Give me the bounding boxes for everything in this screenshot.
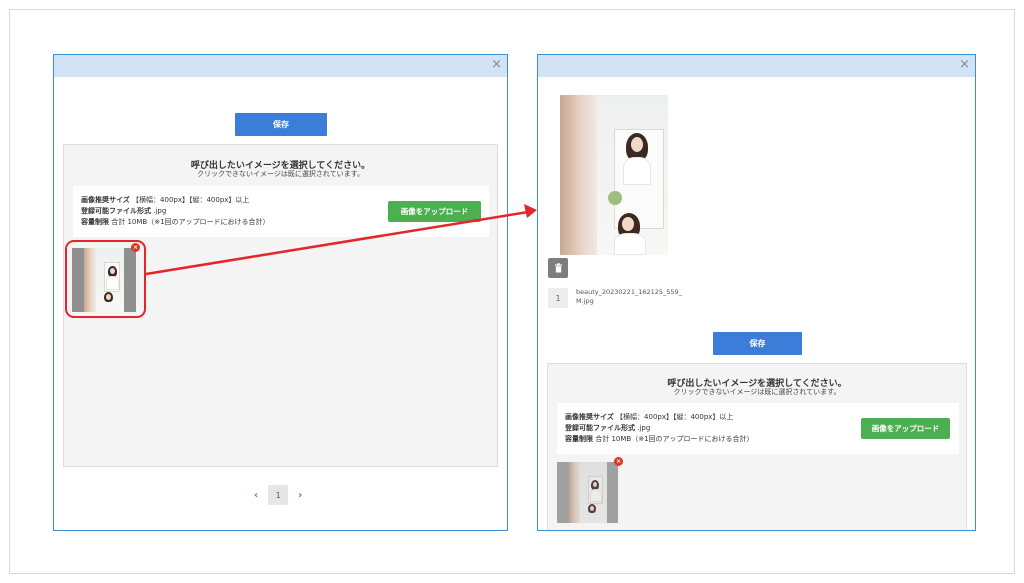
image-thumbnail[interactable] xyxy=(557,462,618,523)
save-button[interactable]: 保存 xyxy=(713,332,802,355)
close-icon[interactable]: × xyxy=(959,57,970,73)
file-name-line2: M.jpg xyxy=(576,297,594,305)
size-label: 画像推奨サイズ xyxy=(81,196,130,204)
limit-value: 合計 10MB（※1回のアップロードにおける合計） xyxy=(111,218,270,226)
limit-label: 容量制限 xyxy=(81,218,109,226)
format-value: .jpg xyxy=(153,207,167,215)
format-label: 登録可能ファイル形式 xyxy=(565,424,635,432)
size-info: 画像推奨サイズ 【横幅：400px】【縦：400px】以上 xyxy=(81,195,249,205)
thumbnail-photo xyxy=(569,462,607,523)
upload-image-button[interactable]: 画像をアップロード xyxy=(388,201,481,222)
page-1-button[interactable]: 1 xyxy=(268,485,289,505)
right-image-modal: × 1 beauty_20230221_162125_559_ M.jpg 保存… xyxy=(537,54,976,531)
delete-image-button[interactable] xyxy=(548,258,568,278)
size-label: 画像推奨サイズ xyxy=(565,413,614,421)
pagination: ‹ 1 › xyxy=(254,485,302,505)
format-info: 登録可能ファイル形式 .jpg xyxy=(81,206,166,216)
selected-image-preview xyxy=(560,95,668,255)
selected-thumbnail-highlight xyxy=(65,240,146,318)
image-select-panel: 呼び出したいイメージを選択してください。 クリックできないイメージは既に選択され… xyxy=(547,363,967,530)
limit-info: 容量制限 合計 10MB（※1回のアップロードにおける合計） xyxy=(81,217,270,227)
upload-info-box: 画像推奨サイズ 【横幅：400px】【縦：400px】以上 登録可能ファイル形式… xyxy=(73,186,489,237)
file-name-line1: beauty_20230221_162125_559_ xyxy=(576,288,682,296)
upload-image-button[interactable]: 画像をアップロード xyxy=(861,418,950,439)
trash-icon xyxy=(554,263,562,273)
prev-page-icon[interactable]: ‹ xyxy=(254,490,258,501)
limit-value: 合計 10MB（※1回のアップロードにおける合計） xyxy=(595,435,754,443)
format-info: 登録可能ファイル形式 .jpg xyxy=(565,423,650,433)
size-info: 画像推奨サイズ 【横幅：400px】【縦：400px】以上 xyxy=(565,412,733,422)
upload-info-box: 画像推奨サイズ 【横幅：400px】【縦：400px】以上 登録可能ファイル形式… xyxy=(557,403,959,454)
modal-header xyxy=(54,55,507,77)
limit-info: 容量制限 合計 10MB（※1回のアップロードにおける合計） xyxy=(565,434,754,444)
format-value: .jpg xyxy=(637,424,651,432)
limit-label: 容量制限 xyxy=(565,435,593,443)
panel-subtitle: クリックできないイメージは既に選択されています。 xyxy=(197,170,364,178)
save-button[interactable]: 保存 xyxy=(235,113,327,136)
left-image-modal: × 保存 呼び出したいイメージを選択してください。 クリックできないイメージは既… xyxy=(53,54,508,531)
file-index: 1 xyxy=(548,288,568,308)
remove-image-icon[interactable]: × xyxy=(614,457,623,466)
panel-subtitle: クリックできないイメージは既に選択されています。 xyxy=(673,388,841,396)
file-name: beauty_20230221_162125_559_ M.jpg xyxy=(576,288,682,306)
modal-header xyxy=(538,55,975,77)
format-label: 登録可能ファイル形式 xyxy=(81,207,151,215)
size-value: 【横幅：400px】【縦：400px】以上 xyxy=(616,413,734,421)
next-page-icon[interactable]: › xyxy=(298,490,302,501)
size-value: 【横幅：400px】【縦：400px】以上 xyxy=(132,196,250,204)
close-icon[interactable]: × xyxy=(491,57,502,73)
